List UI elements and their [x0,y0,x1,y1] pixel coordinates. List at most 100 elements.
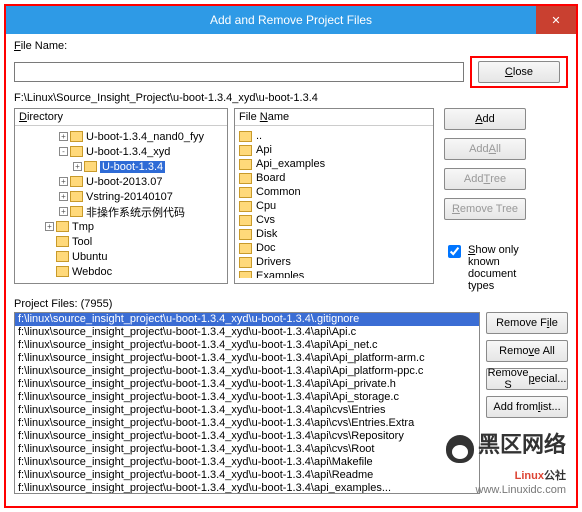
file-item[interactable]: Cvs [239,213,429,227]
project-file-row[interactable]: f:\linux\source_insight_project\u-boot-1… [15,352,479,365]
file-item[interactable]: Cpu [239,199,429,213]
folder-icon [56,221,69,232]
tree-item[interactable]: Webdoc [17,264,225,278]
tree-item-label: Vstring-20140107 [86,191,173,203]
project-files-label: Project Files: (7955) [14,298,568,310]
folder-icon [239,173,252,184]
file-item[interactable]: Board [239,171,429,185]
file-item[interactable]: Doc [239,241,429,255]
add-tree-button[interactable]: Add Tree [444,168,526,190]
remove-all-button[interactable]: Remove All [486,340,568,362]
tree-item-label: Ubuntu [72,251,107,263]
project-file-row[interactable]: f:\linux\source_insight_project\u-boot-1… [15,430,479,443]
tree-item[interactable]: + U-boot-2013.07 [17,174,225,189]
tree-item[interactable]: Ubuntu [17,249,225,264]
tree-item[interactable]: + U-boot-1.3.4_nand0_fyy [17,129,225,144]
expander-icon[interactable]: - [59,147,68,156]
folder-icon [70,146,83,157]
folder-icon [70,176,83,187]
folder-icon [70,131,83,142]
tree-item-label: Tool [72,236,92,248]
expander-icon[interactable]: + [59,132,68,141]
expander-icon[interactable]: + [59,177,68,186]
remove-file-button[interactable]: Remove File [486,312,568,334]
expander-icon[interactable]: + [59,192,68,201]
file-item[interactable]: Disk [239,227,429,241]
project-file-row[interactable]: f:\linux\source_insight_project\u-boot-1… [15,404,479,417]
file-item-label: Api_examples [256,158,325,170]
folder-icon [56,236,69,247]
file-item-label: Drivers [256,256,291,268]
file-item-label: Cvs [256,214,275,226]
file-item[interactable]: .. [239,129,429,143]
file-item[interactable]: Drivers [239,255,429,269]
show-known-types-checkbox[interactable]: Show only known document types [444,244,544,292]
file-name-label: File Name: [14,40,67,52]
project-file-row[interactable]: f:\linux\source_insight_project\u-boot-1… [15,378,479,391]
file-name-header: File Name [235,109,433,126]
project-file-row[interactable]: f:\linux\source_insight_project\u-boot-1… [15,443,479,456]
expander-icon[interactable]: + [45,222,54,231]
add-from-list-button[interactable]: Add from list... [486,396,568,418]
file-item-label: .. [256,130,262,142]
file-item-label: Disk [256,228,277,240]
tree-item[interactable]: + 非操作系统示例代码 [17,204,225,219]
file-item-label: Common [256,186,301,198]
directory-tree[interactable]: + U-boot-1.3.4_nand0_fyy-U-boot-1.3.4_xyd… [15,126,227,278]
tree-item[interactable]: Tool [17,234,225,249]
tree-item-label: Tmp [72,221,94,233]
tree-item[interactable]: +U-boot-1.3.4 [17,159,225,174]
file-list[interactable]: ..ApiApi_examples Board CommonCpuCvs Disk Do… [235,126,433,278]
project-file-row[interactable]: f:\linux\source_insight_project\u-boot-1… [15,482,479,494]
file-item-label: Board [256,172,285,184]
project-file-row[interactable]: f:\linux\source_insight_project\u-boot-1… [15,391,479,404]
add-all-button[interactable]: Add All [444,138,526,160]
window-close-button[interactable]: ✕ [536,6,576,34]
add-button[interactable]: Add [444,108,526,130]
folder-icon [239,201,252,212]
tree-item[interactable]: -U-boot-1.3.4_xyd [17,144,225,159]
tree-item[interactable]: + Vstring-20140107 [17,189,225,204]
tree-item-label: 非操作系统示例代码 [86,204,185,220]
folder-icon [239,131,252,142]
folder-icon [239,145,252,156]
file-item[interactable]: Api [239,143,429,157]
tree-item-label: U-boot-1.3.4_nand0_fyy [86,131,204,143]
folder-icon [84,161,97,172]
expander-icon[interactable]: + [59,207,68,216]
window-title: Add and Remove Project Files [210,13,372,27]
title-bar: Add and Remove Project Files ✕ [6,6,576,34]
tree-item[interactable]: + Tmp [17,219,225,234]
folder-icon [239,187,252,198]
project-file-row[interactable]: f:\linux\source_insight_project\u-boot-1… [15,456,479,469]
folder-icon [70,191,83,202]
project-files-list[interactable]: f:\linux\source_insight_project\u-boot-1… [14,312,480,494]
directory-panel: Directory +U-boot-1.3.4_nand0_fyy-U-boot… [14,108,228,284]
remove-tree-button[interactable]: Remove Tree [444,198,526,220]
tree-item-label: U-boot-2013.07 [86,176,162,188]
folder-icon [239,215,252,226]
file-item-label: Examples [256,270,304,278]
project-file-row[interactable]: f:\linux\source_insight_project\u-boot-1… [15,339,479,352]
show-known-types-input[interactable] [448,245,461,258]
project-file-row[interactable]: f:\linux\source_insight_project\u-boot-1… [15,417,479,430]
file-item[interactable]: Api_examples [239,157,429,171]
expander-icon[interactable]: + [73,162,82,171]
file-item[interactable]: Examples [239,269,429,278]
folder-icon [56,251,69,262]
folder-icon [239,271,252,279]
file-name-input[interactable] [14,62,464,82]
project-file-row[interactable]: f:\linux\source_insight_project\u-boot-1… [15,469,479,482]
folder-icon [56,266,69,277]
project-file-row[interactable]: f:\linux\source_insight_project\u-boot-1… [15,326,479,339]
file-name-panel: File Name ..ApiApi_examples Board CommonCp… [234,108,434,284]
project-file-row[interactable]: f:\linux\source_insight_project\u-boot-1… [15,365,479,378]
folder-icon [239,243,252,254]
directory-header: Directory [15,109,227,126]
project-file-row[interactable]: f:\linux\source_insight_project\u-boot-1… [15,313,479,326]
file-item-label: Doc [256,242,276,254]
current-path: F:\Linux\Source_Insight_Project\u-boot-1… [14,92,568,104]
file-item[interactable]: Common [239,185,429,199]
close-button[interactable]: Close [478,61,560,83]
remove-special-button[interactable]: Remove Special... [486,368,568,390]
